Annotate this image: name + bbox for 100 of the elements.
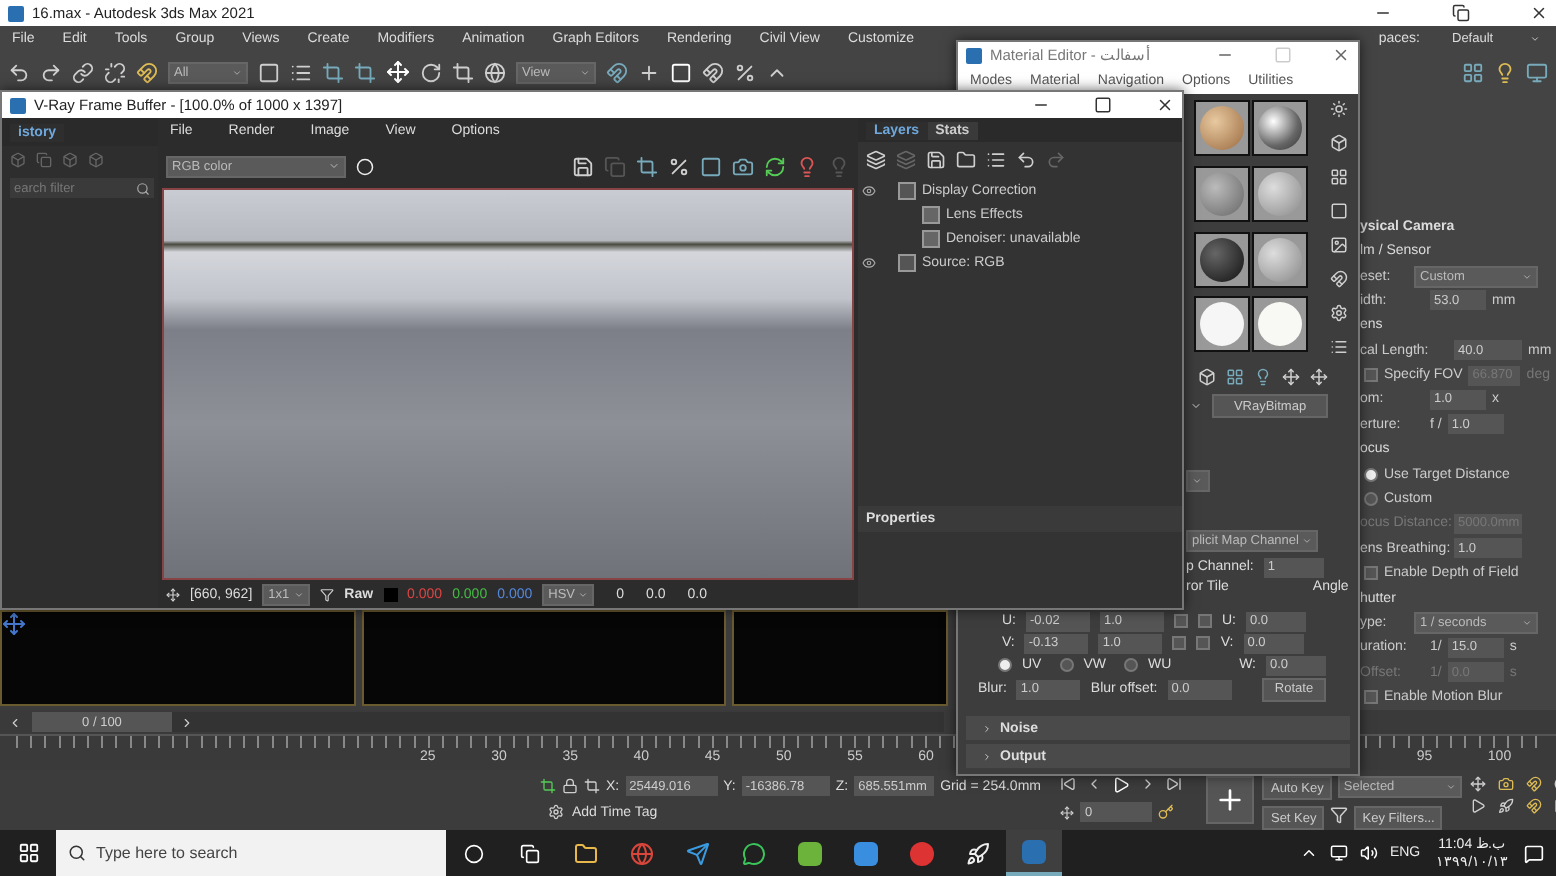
network-icon[interactable] [1329, 844, 1348, 862]
material-slot[interactable] [1194, 296, 1250, 353]
material-slot[interactable] [1252, 296, 1308, 353]
load-layers-icon[interactable] [956, 150, 976, 170]
material-tool-icon[interactable] [1254, 367, 1272, 385]
material-tool-icon[interactable] [1282, 367, 1300, 385]
go-to-start-icon[interactable] [1060, 776, 1077, 792]
viewport[interactable] [362, 610, 726, 706]
chevron-right-icon [982, 723, 992, 733]
region-icon[interactable] [636, 155, 658, 177]
material-tool-icon[interactable] [1330, 304, 1348, 322]
frame-window-icon[interactable] [1526, 61, 1548, 83]
play-icon[interactable] [1112, 776, 1131, 794]
lock-icon[interactable] [562, 778, 578, 794]
set-key-button[interactable] [1206, 776, 1255, 824]
checkbox[interactable] [1196, 636, 1211, 650]
material-tool-icon[interactable] [1330, 338, 1348, 356]
volume-icon[interactable] [1359, 844, 1378, 862]
add-layer-icon[interactable] [866, 150, 886, 170]
percent-snap-icon[interactable] [734, 61, 756, 83]
paper-plane-icon [686, 841, 710, 865]
search-icon [68, 844, 86, 862]
notification-icon[interactable] [1524, 843, 1544, 863]
region-icon[interactable] [322, 61, 344, 83]
window-crossing-icon[interactable] [354, 61, 376, 83]
list-icon[interactable] [986, 150, 1006, 170]
rocket-icon [966, 841, 990, 865]
material-tool-icon[interactable] [1198, 367, 1216, 385]
camera-icon[interactable] [1497, 776, 1514, 792]
previous-frame-icon[interactable] [8, 715, 22, 729]
link-icon[interactable] [72, 61, 94, 83]
material-slot[interactable] [1194, 231, 1250, 287]
camera-icon[interactable] [732, 155, 754, 177]
radio-button[interactable] [1364, 467, 1378, 482]
material-tool-icon[interactable] [1330, 202, 1348, 220]
checkbox[interactable] [1174, 614, 1188, 628]
copy-icon [520, 843, 540, 863]
tray-expand-icon[interactable] [1299, 844, 1318, 862]
checkbox[interactable] [1364, 566, 1378, 581]
render-icon[interactable] [1494, 61, 1516, 83]
radio-button[interactable] [998, 658, 1012, 672]
material-slot[interactable] [1252, 165, 1308, 222]
material-tool-icon[interactable] [1330, 236, 1348, 254]
undo-icon[interactable] [8, 61, 30, 83]
filter-icon[interactable] [320, 587, 335, 601]
radio-button[interactable] [1364, 492, 1378, 507]
material-slot[interactable] [1194, 100, 1250, 156]
app-icon [966, 47, 982, 63]
radio-button[interactable] [1059, 658, 1074, 672]
material-tool-icon[interactable] [1330, 270, 1348, 288]
material-tool-icon[interactable] [1226, 367, 1244, 385]
close-icon[interactable] [1332, 46, 1350, 64]
app-button[interactable] [1006, 830, 1062, 876]
unlink-icon[interactable] [104, 61, 126, 83]
frame-icon[interactable] [700, 155, 722, 177]
material-tool-icon[interactable] [1310, 367, 1328, 385]
app-icon [8, 5, 24, 21]
move-icon[interactable] [386, 60, 410, 84]
search-field[interactable]: Type here to search [56, 830, 446, 876]
material-slot[interactable] [1194, 165, 1250, 222]
viewport[interactable] [0, 610, 356, 706]
undo-icon[interactable] [1016, 150, 1036, 170]
viewport[interactable] [732, 610, 948, 706]
restore-icon[interactable] [1452, 4, 1470, 22]
redo-icon[interactable] [40, 61, 62, 83]
material-tool-icon[interactable] [1330, 100, 1348, 118]
go-to-end-icon[interactable] [1166, 776, 1183, 792]
save-layers-icon[interactable] [926, 150, 946, 170]
select-by-name-icon[interactable] [290, 61, 312, 83]
axis-tripod-icon [2, 612, 26, 636]
radio-button[interactable] [1124, 658, 1139, 672]
material-slot[interactable] [1252, 100, 1308, 156]
app-icon [854, 841, 878, 865]
save-icon[interactable] [572, 155, 594, 177]
globe-icon[interactable] [484, 61, 506, 83]
checkbox[interactable] [1172, 636, 1187, 650]
render-setup-icon[interactable] [1462, 61, 1484, 83]
app-icon [910, 841, 934, 865]
select-icon[interactable] [258, 61, 280, 83]
next-frame-icon[interactable] [180, 715, 194, 729]
render-icon[interactable] [796, 155, 818, 177]
transform-icon[interactable] [638, 61, 660, 83]
eye-icon[interactable] [861, 255, 875, 269]
close-icon[interactable] [1530, 4, 1548, 22]
rotate-icon[interactable] [420, 61, 442, 83]
key-filter-icon[interactable] [1330, 806, 1349, 824]
maximize-icon[interactable] [1094, 96, 1112, 114]
color-icon[interactable] [356, 157, 374, 175]
material-tool-icon[interactable] [1330, 134, 1348, 152]
key-icon[interactable] [1158, 804, 1175, 820]
close-icon[interactable] [1156, 96, 1174, 114]
folder-icon [574, 841, 598, 865]
snap-icon[interactable] [702, 61, 724, 83]
material-slot[interactable] [1252, 231, 1308, 287]
checkbox[interactable] [1198, 614, 1212, 628]
eye-icon[interactable] [861, 183, 875, 197]
checkbox[interactable] [1364, 368, 1378, 383]
material-tool-icon[interactable] [1330, 168, 1348, 186]
checkbox[interactable] [1364, 690, 1378, 705]
refresh-icon[interactable] [764, 155, 786, 177]
